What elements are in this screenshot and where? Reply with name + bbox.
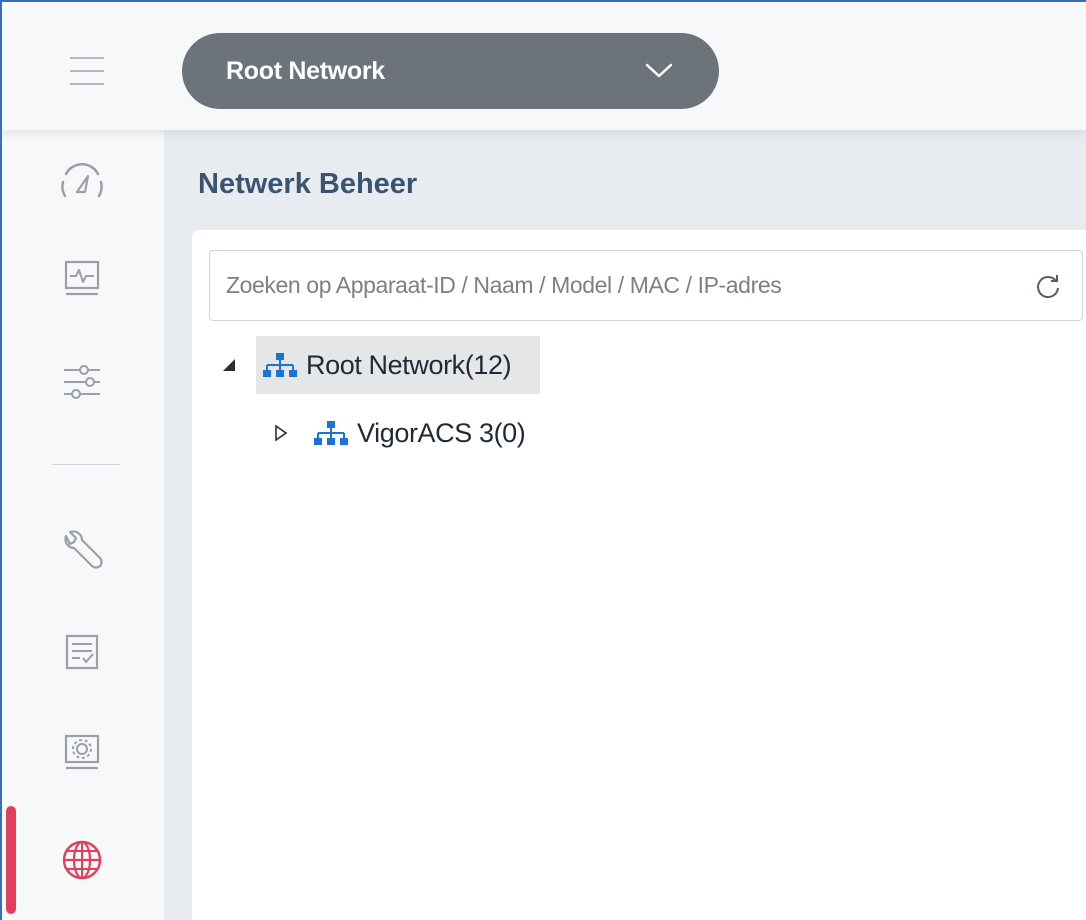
network-tree-panel: Root Network(12) VigorACS 3(0): [192, 230, 1086, 920]
tree-node-vigoracs[interactable]: VigorACS 3(0): [307, 406, 531, 460]
sidebar-divider: [52, 464, 120, 465]
network-tree-icon: [263, 353, 297, 377]
sidebar-item-system[interactable]: [0, 712, 164, 792]
monitor-pulse-icon: [64, 260, 100, 296]
tree-node-label: VigorACS 3(0): [357, 417, 526, 448]
monitor-gear-icon: [64, 734, 100, 770]
sidebar-item-network-management[interactable]: [0, 820, 164, 900]
sidebar-item-dashboard[interactable]: [0, 142, 164, 222]
expand-triangle-icon[interactable]: [274, 424, 288, 442]
collapse-triangle-icon[interactable]: [222, 358, 236, 372]
speedometer-icon: [61, 163, 103, 198]
wrench-icon: [64, 530, 103, 569]
sidebar: [0, 130, 164, 920]
refresh-icon[interactable]: [1034, 272, 1062, 300]
network-select-value: Root Network: [226, 56, 385, 85]
tree-node-label: Root Network(12): [306, 349, 512, 380]
sidebar-item-monitoring[interactable]: [0, 238, 164, 318]
hamburger-menu-icon[interactable]: [70, 57, 104, 85]
network-tree-icon: [314, 421, 348, 445]
page-title: Netwerk Beheer: [198, 168, 418, 200]
search-input[interactable]: [210, 255, 1000, 316]
sliders-icon: [64, 365, 100, 399]
main-content: Netwerk Beheer Root: [164, 130, 1086, 920]
search-box: [209, 250, 1083, 321]
tree-node-root-network[interactable]: Root Network(12): [256, 336, 540, 394]
globe-icon: [62, 840, 102, 880]
top-bar: Root Network: [0, 0, 1086, 130]
checklist-icon: [65, 634, 99, 670]
sidebar-item-configuration[interactable]: [0, 342, 164, 422]
network-select-dropdown[interactable]: Root Network: [182, 33, 719, 109]
chevron-down-icon: [645, 63, 673, 78]
sidebar-item-maintenance[interactable]: [0, 510, 164, 590]
sidebar-item-reports[interactable]: [0, 612, 164, 692]
